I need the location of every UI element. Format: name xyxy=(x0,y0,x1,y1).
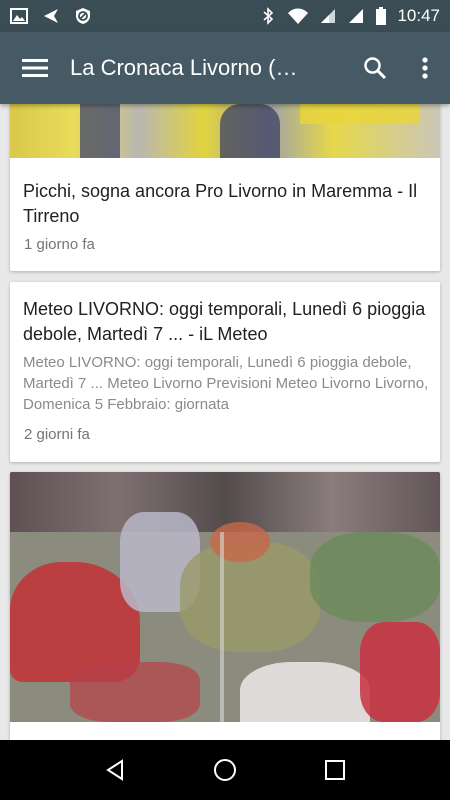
blocked-icon xyxy=(76,8,90,24)
recents-button[interactable] xyxy=(315,750,355,790)
article-title: Meteo LIVORNO: oggi temporali, Lunedì 6 … xyxy=(23,299,426,344)
more-vert-icon xyxy=(422,57,428,79)
image-icon xyxy=(10,8,28,24)
more-options-button[interactable] xyxy=(400,32,450,104)
recents-icon xyxy=(325,760,345,780)
navigation-bar xyxy=(0,740,450,800)
article-image xyxy=(10,472,440,722)
news-card[interactable] xyxy=(10,472,440,740)
article-image xyxy=(10,104,440,158)
news-card[interactable]: Picchi, sogna ancora Pro Livorno in Mare… xyxy=(10,104,440,271)
send-icon xyxy=(44,9,58,23)
article-time: 2 giorni fa xyxy=(24,426,90,443)
article-time: 1 giorno fa xyxy=(24,236,95,253)
article-description: Meteo LIVORNO: oggi temporali, Lunedì 6 … xyxy=(23,354,429,413)
search-icon xyxy=(364,57,387,80)
news-feed[interactable]: Picchi, sogna ancora Pro Livorno in Mare… xyxy=(0,104,450,740)
menu-button[interactable] xyxy=(0,32,70,104)
app-bar: La Cronaca Livorno (… xyxy=(0,32,450,104)
menu-icon xyxy=(22,59,48,77)
status-time: 10:47 xyxy=(397,6,440,25)
status-bar: 10:47 xyxy=(0,0,450,32)
back-icon xyxy=(106,759,123,781)
app-title: La Cronaca Livorno (… xyxy=(70,55,298,80)
home-button[interactable] xyxy=(205,750,245,790)
signal-icon xyxy=(321,9,336,23)
back-button[interactable] xyxy=(95,750,135,790)
news-card[interactable]: Meteo LIVORNO: oggi temporali, Lunedì 6 … xyxy=(10,282,440,462)
wifi-icon xyxy=(288,8,309,24)
search-button[interactable] xyxy=(350,32,400,104)
signal-icon xyxy=(349,9,364,23)
battery-icon xyxy=(376,7,387,25)
home-icon xyxy=(214,759,236,781)
bluetooth-icon xyxy=(263,7,274,25)
article-title: Picchi, sogna ancora Pro Livorno in Mare… xyxy=(23,181,418,226)
